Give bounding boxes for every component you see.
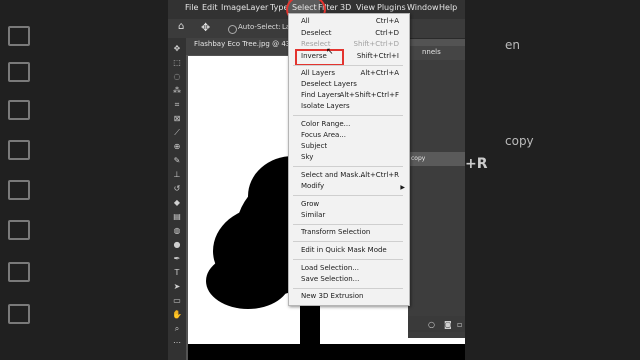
brush-icon[interactable]: ✎ <box>172 156 182 165</box>
menu-help[interactable]: Help <box>439 3 457 12</box>
ghost-text: copy <box>505 134 534 148</box>
menu-item-find-layers[interactable]: Find Layers <box>301 91 341 99</box>
shortcut-label: Ctrl+A <box>375 17 399 25</box>
menu-separator <box>293 241 403 242</box>
menu-separator <box>293 224 403 225</box>
menu-image[interactable]: Image <box>221 3 246 12</box>
menu-item-transform-selection[interactable]: Transform Selection <box>301 228 370 236</box>
layers-panel <box>408 60 465 338</box>
shortcut-label: Shift+Ctrl+D <box>353 40 400 48</box>
menu-item-save-selection[interactable]: Save Selection... <box>301 275 359 283</box>
edit-toolbar-icon[interactable]: ⋯ <box>172 338 182 347</box>
healing-icon[interactable]: ⊕ <box>172 142 182 151</box>
circle-icon[interactable]: ○ <box>428 320 435 329</box>
move-icon[interactable]: ✥ <box>172 44 182 53</box>
move-tool-icon[interactable]: ✥ <box>201 21 210 34</box>
menu-item-all[interactable]: All <box>301 17 310 25</box>
menu-item-subject[interactable]: Subject <box>301 142 327 150</box>
history-brush-icon[interactable]: ↺ <box>172 184 182 193</box>
quick-select-icon[interactable]: ⁂ <box>172 86 182 95</box>
shortcut-label: Shift+Ctrl+I <box>356 52 399 60</box>
pen-icon[interactable]: ✒ <box>172 254 182 263</box>
menu-separator <box>293 259 403 260</box>
panel-tab-label[interactable]: nnels <box>422 48 441 56</box>
red-box-annotation <box>295 49 344 66</box>
crop-icon[interactable]: ⌗ <box>172 100 182 109</box>
gradient-icon[interactable]: ▤ <box>172 212 182 221</box>
shortcut-label: Ctrl+D <box>375 29 399 37</box>
menu-item-select-and-mask[interactable]: Select and Mask... <box>301 171 365 179</box>
ghost-text: +R <box>465 156 488 172</box>
mask-icon[interactable]: ◙ <box>444 320 452 329</box>
submenu-arrow-icon: ▶ <box>400 184 405 191</box>
eyedropper-icon[interactable]: ⟋ <box>172 128 182 137</box>
menu-item-similar[interactable]: Similar <box>301 211 325 219</box>
menu-item-load-selection[interactable]: Load Selection... <box>301 264 359 272</box>
menu-plugins[interactable]: Plugins <box>377 3 406 12</box>
blur-icon[interactable]: ◍ <box>172 226 182 235</box>
menu-view[interactable]: View <box>356 3 375 12</box>
path-select-icon[interactable]: ➤ <box>172 282 182 291</box>
layer-name: copy <box>411 155 426 162</box>
dodge-icon[interactable]: ● <box>172 240 182 249</box>
tools-panel: ✥ ⬚ ◌ ⁂ ⌗ ⊠ ⟋ ⊕ ✎ ⊥ ↺ ◆ ▤ ◍ ● ✒ T ➤ ▭ ✋ … <box>168 38 186 360</box>
auto-select-label: Auto-Select: <box>238 23 281 31</box>
shortcut-label: Alt+Ctrl+A <box>360 69 399 77</box>
menu-item-sky[interactable]: Sky <box>301 153 313 161</box>
shape-icon[interactable]: ▭ <box>172 296 182 305</box>
photoshop-window: File Edit Image Layer Type Select Filter… <box>168 0 465 360</box>
eraser-icon[interactable]: ◆ <box>172 198 182 207</box>
menu-item-modify[interactable]: Modify <box>301 182 324 190</box>
menu-edit[interactable]: Edit <box>202 3 218 12</box>
home-icon[interactable]: ⌂ <box>178 22 188 32</box>
marquee-icon[interactable]: ⬚ <box>172 58 182 67</box>
menu-file[interactable]: File <box>185 3 198 12</box>
ghost-text: en <box>505 38 520 52</box>
menu-item-color-range[interactable]: Color Range... <box>301 120 350 128</box>
menu-separator <box>293 115 403 116</box>
hand-icon[interactable]: ✋ <box>172 310 182 319</box>
trash-icon[interactable]: ▫ <box>457 320 462 329</box>
stamp-icon[interactable]: ⊥ <box>172 170 182 179</box>
menu-item-quick-mask[interactable]: Edit in Quick Mask Mode <box>301 246 387 254</box>
menu-item-grow[interactable]: Grow <box>301 200 319 208</box>
select-dropdown-menu: All Ctrl+A Deselect Ctrl+D Reselect Shif… <box>288 13 410 306</box>
menu-item-isolate-layers[interactable]: Isolate Layers <box>301 102 350 110</box>
lasso-icon[interactable]: ◌ <box>172 72 182 81</box>
menu-item-deselect-layers[interactable]: Deselect Layers <box>301 80 357 88</box>
blurred-toolbar-ghost <box>0 0 168 360</box>
menu-item-deselect[interactable]: Deselect <box>301 29 332 37</box>
frame-icon[interactable]: ⊠ <box>172 114 182 123</box>
menu-layer[interactable]: Layer <box>246 3 268 12</box>
mouse-cursor-icon: ↖ <box>326 47 334 57</box>
menu-item-focus-area[interactable]: Focus Area... <box>301 131 346 139</box>
blurred-background-right <box>465 0 640 360</box>
menu-item-new-3d-extrusion[interactable]: New 3D Extrusion <box>301 292 364 300</box>
menu-separator <box>293 65 403 66</box>
menu-separator <box>293 166 403 167</box>
menu-window[interactable]: Window <box>407 3 439 12</box>
menu-3d[interactable]: 3D <box>340 3 351 12</box>
menu-separator <box>293 195 403 196</box>
menu-separator <box>293 288 403 289</box>
menu-item-all-layers[interactable]: All Layers <box>301 69 335 77</box>
zoom-icon[interactable]: ⌕ <box>172 324 182 333</box>
auto-select-checkbox[interactable] <box>228 25 237 34</box>
shortcut-label: Alt+Shift+Ctrl+F <box>339 91 399 99</box>
shortcut-label: Alt+Ctrl+R <box>360 171 399 179</box>
type-icon[interactable]: T <box>172 268 182 277</box>
